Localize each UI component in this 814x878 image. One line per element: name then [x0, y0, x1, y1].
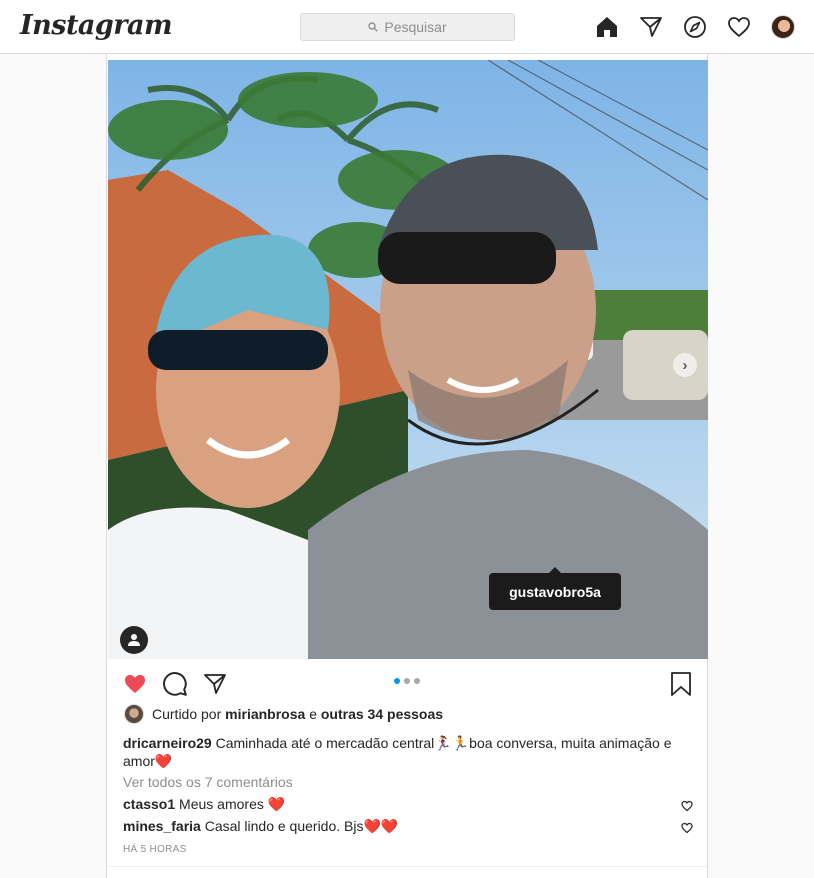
top-nav-bar: Instagram Pesquisar: [0, 0, 814, 54]
comment-icon[interactable]: [161, 670, 189, 698]
post-photo[interactable]: › gustavobro5a: [108, 60, 708, 659]
share-icon[interactable]: [201, 670, 229, 698]
nav-icons: [594, 14, 796, 40]
comment-username[interactable]: mines_faria: [123, 818, 201, 834]
photo-tag-label[interactable]: gustavobro5a: [489, 567, 621, 610]
carousel-dot-active: [394, 678, 400, 684]
profile-avatar[interactable]: [770, 14, 796, 40]
instagram-logo[interactable]: Instagram: [20, 10, 173, 41]
comment-like-heart-icon[interactable]: [681, 798, 693, 816]
carousel-next-button[interactable]: ›: [673, 353, 697, 377]
search-placeholder: Pesquisar: [384, 19, 447, 35]
comment-row: ctasso1 Meus amores ❤️: [123, 795, 693, 813]
caption-username[interactable]: dricarneiro29: [123, 735, 212, 751]
comment-text: Meus amores ❤️: [179, 796, 286, 812]
liker-avatar[interactable]: [124, 704, 144, 724]
comment-username[interactable]: ctasso1: [123, 796, 175, 812]
likes-conj: e: [309, 706, 317, 722]
photo-scene: [108, 60, 708, 659]
post-caption: dricarneiro29 Caminhada até o mercadão c…: [123, 734, 683, 770]
direct-icon[interactable]: [638, 14, 664, 40]
comment-row: mines_faria Casal lindo e querido. Bjs❤️…: [123, 817, 693, 835]
post-actions: [107, 664, 707, 704]
post-timestamp[interactable]: HÁ 5 HORAS: [123, 844, 187, 855]
explore-icon[interactable]: [682, 14, 708, 40]
carousel-dot: [414, 678, 420, 684]
likes-summary: Curtido por mirianbrosa e outras 34 pess…: [124, 704, 443, 724]
search-icon: [368, 22, 379, 32]
divider: [107, 866, 707, 867]
comment-text: Casal lindo e querido. Bjs❤️❤️: [204, 818, 399, 834]
liker-username[interactable]: mirianbrosa: [225, 706, 305, 722]
user-tag-badge[interactable]: [120, 626, 148, 654]
activity-heart-icon[interactable]: [726, 14, 752, 40]
comment-like-heart-icon[interactable]: [681, 820, 693, 838]
likes-prefix: Curtido por: [152, 706, 222, 722]
likes-others-link[interactable]: outras 34 pessoas: [321, 706, 443, 722]
feed-post: › gustavobro5a Curtido por mirianbrosa e…: [106, 54, 708, 878]
carousel-dot: [404, 678, 410, 684]
bookmark-icon[interactable]: [667, 670, 695, 698]
carousel-indicator: [394, 678, 420, 684]
home-icon[interactable]: [594, 14, 620, 40]
view-all-comments-link[interactable]: Ver todos os 7 comentários: [123, 774, 293, 790]
search-input[interactable]: Pesquisar: [300, 13, 515, 41]
person-icon: [128, 634, 140, 646]
like-heart-icon[interactable]: [121, 670, 149, 698]
